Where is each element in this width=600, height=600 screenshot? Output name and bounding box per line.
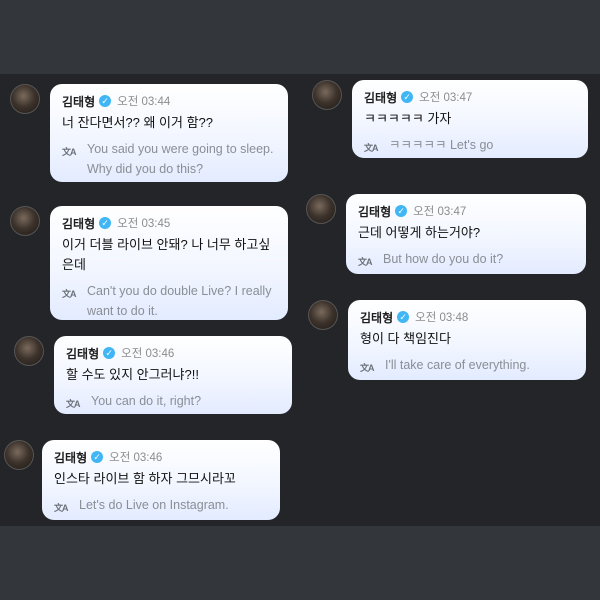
avatar[interactable] xyxy=(10,84,40,114)
timestamp: 오전 03:46 xyxy=(121,348,175,360)
avatar[interactable] xyxy=(14,336,44,366)
avatar[interactable] xyxy=(10,206,40,236)
translate-icon: 文A xyxy=(358,257,373,267)
sender-name[interactable]: 김태형 xyxy=(62,215,95,232)
message-text: 이거 더블 라이브 안돼? 나 너무 하고싶은데 xyxy=(62,237,271,272)
sender-name[interactable]: 김태형 xyxy=(360,309,393,326)
translated-text: I'll take care of everything. xyxy=(385,358,530,372)
translate-icon: 文A xyxy=(364,143,379,153)
message-text: 근데 어떻게 하는거야? xyxy=(358,225,481,240)
sender-name[interactable]: 김태형 xyxy=(66,345,99,362)
translated-text: Can't you do double Live? I really want … xyxy=(87,284,272,318)
translate-icon: 文A xyxy=(62,147,77,157)
bottom-bar xyxy=(0,526,600,600)
message-text: ㅋㅋㅋㅋㅋ 가자 xyxy=(364,111,452,126)
avatar[interactable] xyxy=(308,300,338,330)
timestamp: 오전 03:46 xyxy=(109,452,163,464)
timestamp: 오전 03:45 xyxy=(117,218,171,230)
verified-check-icon: ✓ xyxy=(103,347,116,359)
avatar[interactable] xyxy=(4,440,34,470)
verified-check-icon: ✓ xyxy=(401,91,414,103)
translate-icon: 文A xyxy=(360,363,375,373)
timestamp: 오전 03:48 xyxy=(415,312,469,324)
message-bubble: 김태형 ✓ 오전 03:47 ㅋㅋㅋㅋㅋ 가자 文A ㅋㅋㅋㅋㅋ Let's g… xyxy=(352,80,588,158)
translated-text: You can do it, right? xyxy=(91,394,202,408)
message-bubble: 김태형 ✓ 오전 03:46 할 수도 있지 안그러냐?!! 文A You ca… xyxy=(54,336,292,414)
timestamp: 오전 03:47 xyxy=(413,206,467,218)
top-bar xyxy=(0,0,600,74)
translated-text: Let's do Live on Instagram. xyxy=(79,498,229,512)
translated-text: ㅋㅋㅋㅋㅋ Let's go xyxy=(389,138,494,152)
message-text: 형이 다 책임진다 xyxy=(360,331,451,346)
sender-name[interactable]: 김태형 xyxy=(54,449,87,466)
message-bubble: 김태형 ✓ 오전 03:48 형이 다 책임진다 文A I'll take ca… xyxy=(348,300,586,380)
message-bubble: 김태형 ✓ 오전 03:44 너 잔다면서?? 왜 이거 함?? 文A You … xyxy=(50,84,288,182)
translated-text: You said you were going to sleep. Why di… xyxy=(87,142,274,176)
message-text: 너 잔다면서?? 왜 이거 함?? xyxy=(62,115,214,130)
translated-text: But how do you do it? xyxy=(383,252,504,266)
translate-icon: 文A xyxy=(66,399,81,409)
verified-check-icon: ✓ xyxy=(99,217,112,229)
translate-icon: 文A xyxy=(62,289,77,299)
timestamp: 오전 03:47 xyxy=(419,92,473,104)
message-bubble: 김태형 ✓ 오전 03:46 인스타 라이브 함 하자 그므시라꼬 文A Let… xyxy=(42,440,280,520)
sender-name[interactable]: 김태형 xyxy=(364,89,397,106)
verified-check-icon: ✓ xyxy=(99,95,112,107)
timestamp: 오전 03:44 xyxy=(117,96,171,108)
message-text: 할 수도 있지 안그러냐?!! xyxy=(66,367,199,382)
avatar[interactable] xyxy=(306,194,336,224)
avatar[interactable] xyxy=(312,80,342,110)
message-text: 인스타 라이브 함 하자 그므시라꼬 xyxy=(54,471,236,486)
sender-name[interactable]: 김태형 xyxy=(358,203,391,220)
verified-check-icon: ✓ xyxy=(397,311,410,323)
sender-name[interactable]: 김태형 xyxy=(62,93,95,110)
message-bubble: 김태형 ✓ 오전 03:47 근데 어떻게 하는거야? 文A But how d… xyxy=(346,194,586,274)
translate-icon: 文A xyxy=(54,503,69,513)
verified-check-icon: ✓ xyxy=(91,451,104,463)
verified-check-icon: ✓ xyxy=(395,205,408,217)
message-bubble: 김태형 ✓ 오전 03:45 이거 더블 라이브 안돼? 나 너무 하고싶은데 … xyxy=(50,206,288,320)
